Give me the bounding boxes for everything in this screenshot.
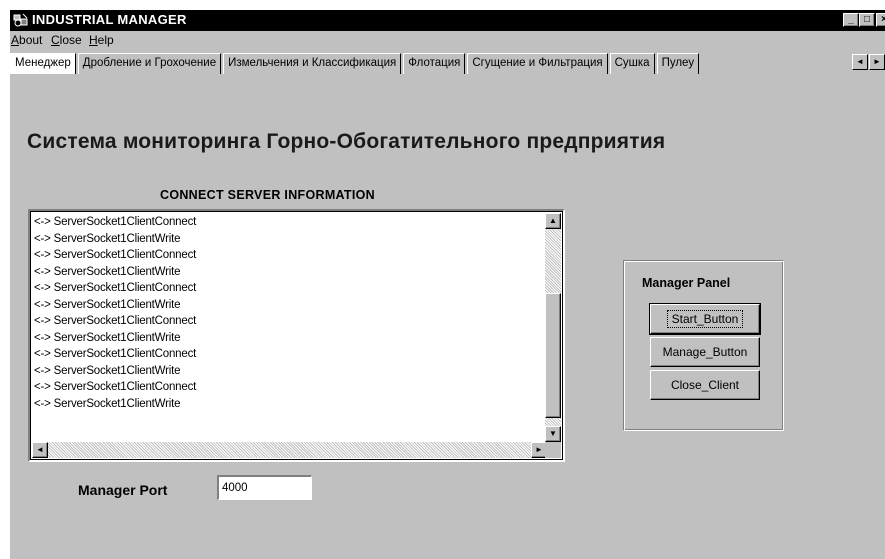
tab-scroll-right-button[interactable]: ► — [869, 54, 885, 70]
close-icon: × — [881, 14, 885, 25]
log-line: <-> ServerSocket1ClientConnect — [34, 381, 197, 393]
log-title: CONNECT SERVER INFORMATION — [160, 188, 375, 202]
arrow-left-icon: ◄ — [856, 57, 864, 66]
tab-grinding-classification[interactable]: Измельчения и Классификация — [223, 53, 402, 74]
log-line: <-> ServerSocket1ClientWrite — [34, 298, 181, 311]
close-window-button[interactable]: × — [876, 13, 885, 27]
page-heading: Система мониторинга Горно-Обогатительног… — [27, 130, 666, 153]
tab-dust[interactable]: Пулеу — [656, 53, 700, 74]
log-line: <-> ServerSocket1ClientConnect — [34, 249, 197, 261]
server-log-listbox[interactable]: <-> ServerSocket1ClientConnect <-> Server… — [28, 209, 565, 462]
log-line: <-> ServerSocket1ClientConnect — [34, 348, 197, 360]
start-button[interactable]: Start_Button — [649, 303, 761, 335]
port-label: Manager Port — [78, 482, 168, 498]
log-line: <-> ServerSocket1ClientWrite — [34, 265, 181, 278]
log-line: <-> ServerSocket1ClientWrite — [34, 397, 181, 410]
arrow-up-icon: ▲ — [549, 216, 557, 225]
horizontal-scrollbar[interactable]: ◄ ► — [32, 442, 547, 458]
arrow-left-icon: ◄ — [36, 445, 44, 454]
menu-bar: About Close Help — [10, 31, 885, 51]
log-line: <-> ServerSocket1ClientConnect — [34, 315, 197, 327]
arrow-right-icon: ► — [873, 57, 881, 66]
scroll-up-button[interactable]: ▲ — [545, 213, 561, 229]
maximize-button[interactable]: □ — [859, 13, 875, 27]
tab-strip: Менеджер Дробление и Грохочение Измельчени… — [10, 53, 852, 74]
arrow-right-icon: ► — [535, 445, 543, 454]
tab-bar: Менеджер Дробление и Грохочение Измельчени… — [10, 53, 885, 75]
app-window: INDUSTRIAL MANAGER _ □ × About Close Hel… — [10, 10, 885, 559]
log-line: <-> ServerSocket1ClientWrite — [34, 331, 181, 344]
menu-about[interactable]: About — [10, 33, 43, 47]
manage-button[interactable]: Manage_Button — [650, 337, 760, 367]
log-line: <-> ServerSocket1ClientWrite — [34, 232, 181, 245]
tab-scroll-left-button[interactable]: ◄ — [852, 54, 868, 70]
tab-crushing-screening[interactable]: Дробление и Грохочение — [77, 53, 222, 74]
tab-manager[interactable]: Менеджер — [10, 53, 76, 74]
menu-help[interactable]: Help — [88, 33, 115, 47]
window-title: INDUSTRIAL MANAGER — [32, 12, 187, 27]
maximize-icon: □ — [863, 14, 871, 25]
scroll-left-button[interactable]: ◄ — [32, 442, 48, 458]
log-line: <-> ServerSocket1ClientConnect — [34, 282, 197, 294]
scroll-down-button[interactable]: ▼ — [545, 426, 561, 442]
scroll-thumb[interactable] — [545, 293, 561, 418]
panel-title: Manager Panel — [642, 276, 731, 290]
tab-thickening-filtration[interactable]: Сгущение и Фильтрация — [467, 53, 608, 74]
minimize-button[interactable]: _ — [843, 13, 859, 27]
log-lines: <-> ServerSocket1ClientConnect <-> Server… — [34, 214, 196, 412]
log-line: <-> ServerSocket1ClientWrite — [34, 364, 181, 377]
manager-panel: Manager Panel Start_Button Manage_Button… — [623, 260, 784, 431]
close-client-button[interactable]: Close_Client — [650, 370, 760, 400]
vertical-scrollbar[interactable]: ▲ ▼ — [545, 213, 561, 442]
tab-drying[interactable]: Сушка — [609, 53, 655, 74]
tab-flotation[interactable]: Флотация — [403, 53, 466, 74]
title-bar[interactable]: INDUSTRIAL MANAGER _ □ × — [10, 10, 885, 31]
app-gear-icon — [13, 13, 28, 27]
minimize-icon: _ — [848, 14, 854, 25]
scroll-corner — [545, 442, 561, 458]
arrow-down-icon: ▼ — [549, 429, 557, 438]
log-line: <-> ServerSocket1ClientConnect — [34, 216, 197, 228]
menu-close[interactable]: Close — [50, 33, 83, 47]
port-input[interactable] — [217, 475, 312, 500]
